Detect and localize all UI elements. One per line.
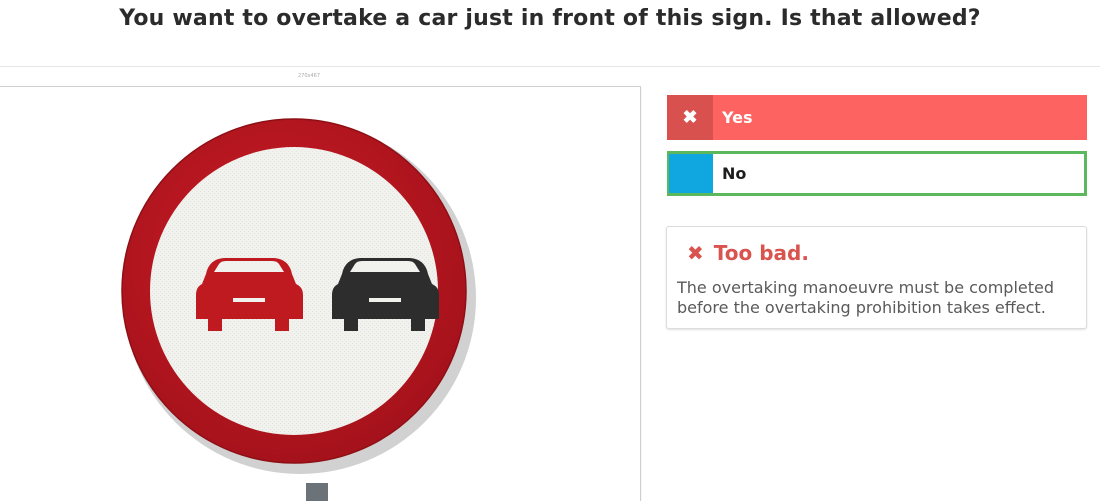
- image-caption: 270x467: [298, 73, 321, 79]
- answer-label: Yes: [722, 108, 753, 127]
- no-overtaking-sign-image: [121, 118, 476, 501]
- answer-list: ✖ Yes No: [667, 95, 1087, 207]
- sign-pole: [306, 483, 328, 501]
- sign-image-panel: [0, 86, 641, 501]
- feedback-panel: ✖ Too bad. The overtaking manoeuvre must…: [666, 226, 1087, 329]
- cross-icon: ✖: [687, 241, 704, 265]
- feedback-title: Too bad.: [713, 241, 809, 265]
- feedback-text: The overtaking manoeuvre must be complet…: [677, 278, 1055, 317]
- question-title: You want to overtake a car just in front…: [119, 6, 981, 31]
- answer-marker: [669, 154, 713, 193]
- answer-label: No: [722, 164, 747, 183]
- answer-option-no[interactable]: No: [667, 151, 1087, 196]
- feedback-header: ✖ Too bad.: [687, 241, 809, 265]
- cross-icon: ✖: [667, 95, 713, 140]
- question-header: You want to overtake a car just in front…: [0, 0, 1100, 67]
- answer-option-yes[interactable]: ✖ Yes: [667, 95, 1087, 140]
